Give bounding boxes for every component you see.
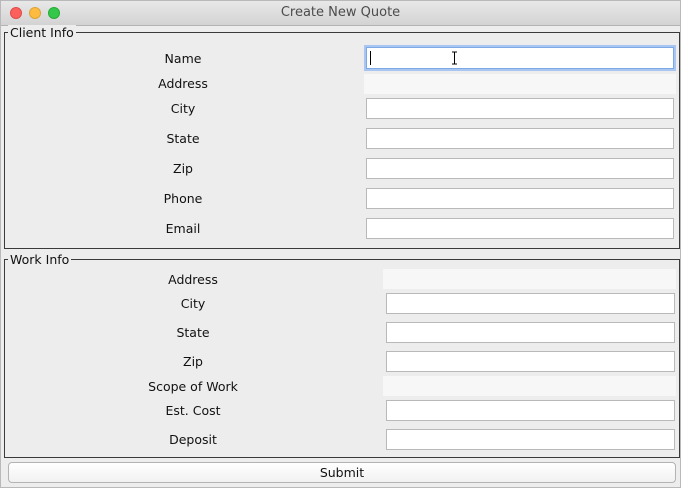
work-city-label: City [180, 296, 206, 311]
title-bar[interactable]: Create New Quote [1, 1, 680, 26]
scope-of-work-label: Scope of Work [148, 379, 238, 394]
client-email-input[interactable] [366, 218, 674, 239]
deposit-label: Deposit [169, 432, 217, 447]
text-caret [370, 51, 371, 65]
work-zip-label: Zip [183, 354, 203, 369]
client-state-label: State [166, 131, 200, 146]
client-state-input[interactable] [366, 128, 674, 149]
work-info-legend: Work Info [8, 252, 72, 267]
client-name-input[interactable] [366, 47, 674, 69]
work-zip-input[interactable] [386, 351, 675, 372]
scope-of-work-field[interactable] [383, 376, 676, 396]
create-quote-window: Create New Quote Client Info Name Addres… [0, 0, 681, 488]
work-state-label: State [176, 325, 210, 340]
client-city-input[interactable] [366, 98, 674, 119]
client-name-label: Name [164, 51, 202, 66]
client-city-label: City [170, 101, 196, 116]
window-title: Create New Quote [280, 5, 401, 20]
submit-button[interactable]: Submit [8, 462, 676, 483]
work-state-input[interactable] [386, 322, 675, 343]
client-address-field[interactable] [364, 74, 676, 94]
client-phone-label: Phone [163, 191, 203, 206]
est-cost-label: Est. Cost [165, 403, 221, 418]
work-city-input[interactable] [386, 293, 675, 314]
deposit-input[interactable] [386, 429, 675, 450]
client-address-label: Address [158, 76, 208, 91]
ibeam-cursor-icon [452, 51, 457, 65]
est-cost-input[interactable] [386, 400, 675, 421]
client-zip-input[interactable] [366, 158, 674, 179]
client-info-legend: Client Info [8, 25, 76, 40]
client-zip-label: Zip [173, 161, 193, 176]
client-email-label: Email [165, 221, 201, 236]
client-phone-input[interactable] [366, 188, 674, 209]
work-address-field[interactable] [383, 269, 676, 289]
work-address-label: Address [168, 272, 218, 287]
